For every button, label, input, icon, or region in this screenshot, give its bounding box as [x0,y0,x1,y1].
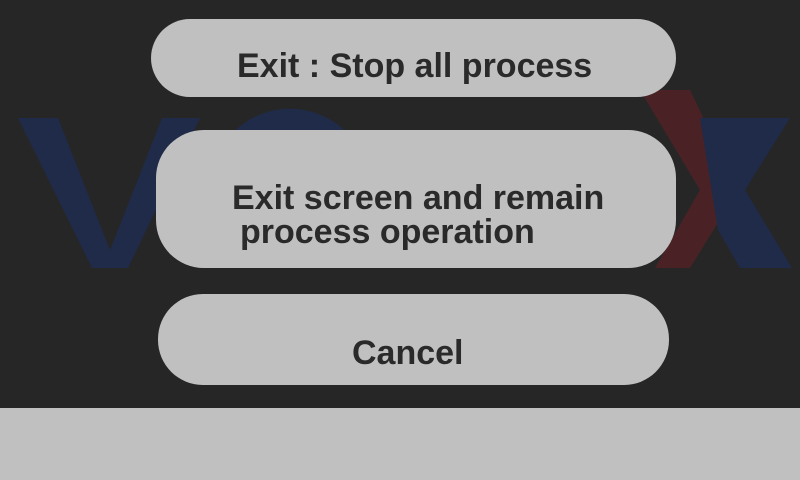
exit-stop-all-process-button[interactable]: Exit : Stop all process [151,19,676,97]
bottom-bar [0,408,800,480]
exit-remain-process-button[interactable]: Exit screen and remain process operation [156,130,676,268]
exit-dialog-screen: Exit : Stop all process Exit screen and … [0,0,800,480]
cancel-label: Cancel [352,333,464,372]
exit-remain-label-line1: Exit screen and remain [232,178,605,217]
exit-remain-label-line2: process operation [240,212,535,251]
logo-letter-x [700,118,792,268]
exit-stop-label: Exit : Stop all process [237,46,593,85]
cancel-button[interactable]: Cancel [158,294,669,385]
